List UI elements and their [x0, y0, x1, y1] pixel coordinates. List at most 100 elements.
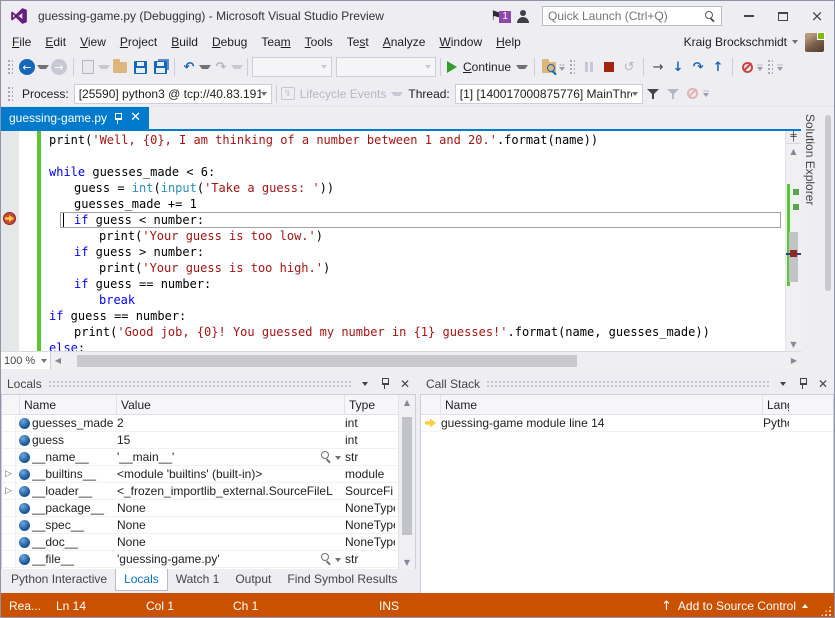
toolbar-drag-grip[interactable]	[7, 86, 13, 102]
new-project-button[interactable]	[78, 56, 98, 78]
show-threads-in-source-button[interactable]	[539, 56, 559, 78]
code-line[interactable]: print('Well, {0}, I am thinking of a num…	[1, 132, 785, 148]
expander-icon[interactable]: ▷	[2, 466, 16, 482]
locals-row[interactable]: __name__'__main__'str	[2, 449, 398, 466]
restart-button[interactable]: ↺	[619, 56, 639, 78]
value-inspect-button[interactable]	[318, 553, 341, 564]
scroll-left-icon[interactable]: ◀	[51, 356, 65, 365]
open-file-button[interactable]	[110, 56, 130, 78]
scroll-down-icon[interactable]: ▼	[399, 555, 415, 569]
toggle-breakpoints-button[interactable]	[737, 56, 757, 78]
locals-row[interactable]: __doc__NoneNoneType	[2, 534, 398, 551]
filter-threads-button[interactable]	[643, 83, 663, 105]
column-header-name[interactable]: Name	[20, 395, 117, 414]
expander-icon[interactable]: ▷	[2, 483, 16, 499]
undo-button[interactable]: ↶	[179, 56, 199, 78]
close-icon[interactable]: ✕	[816, 377, 830, 391]
hscrollbar-track[interactable]	[65, 352, 787, 369]
navigate-back-button[interactable]: ←	[17, 56, 37, 78]
code-line[interactable]: if guess > number:	[1, 244, 785, 260]
minimize-button[interactable]	[732, 2, 766, 30]
tab-close-icon[interactable]: ✕	[130, 113, 141, 123]
column-header-language[interactable]: Language	[763, 395, 789, 414]
toolbar-overflow-button[interactable]	[757, 64, 763, 71]
tab-find-symbol-results[interactable]: Find Symbol Results	[279, 569, 405, 590]
locals-scrollbar[interactable]: ▲ ▼	[398, 395, 415, 569]
locals-row[interactable]: __spec__NoneNoneType	[2, 517, 398, 534]
scroll-right-icon[interactable]: ▶	[787, 356, 801, 365]
step-out-button[interactable]: ↑	[708, 56, 728, 78]
locals-row[interactable]: ▷__builtins__<module 'builtins' (built-i…	[2, 466, 398, 483]
toolbar-overflow-button[interactable]	[777, 64, 783, 71]
menu-window[interactable]: Window	[432, 33, 489, 51]
scrollbar-track[interactable]	[786, 158, 801, 337]
user-dropdown-caret-icon[interactable]	[792, 40, 798, 44]
menu-team[interactable]: Team	[254, 33, 297, 51]
locals-row[interactable]: guess15int	[2, 432, 398, 449]
suspend-threads-button[interactable]	[683, 83, 703, 105]
break-all-button[interactable]	[579, 56, 599, 78]
tab-output[interactable]: Output	[227, 569, 279, 590]
flag-threads-filter-button[interactable]	[663, 83, 683, 105]
code-line[interactable]: guesses_made += 1	[1, 196, 785, 212]
code-pane[interactable]: print('Well, {0}, I am thinking of a num…	[1, 131, 785, 351]
navigate-back-dropdown[interactable]	[37, 65, 49, 69]
stop-debugging-button[interactable]	[599, 56, 619, 78]
locals-row[interactable]: guesses_made2int	[2, 415, 398, 432]
window-resize-grip[interactable]	[820, 605, 832, 617]
close-icon[interactable]: ✕	[398, 377, 412, 391]
scrollbar-thumb[interactable]	[789, 232, 798, 282]
process-combo[interactable]: [25590] python3 @ tcp://40.83.191	[74, 84, 272, 104]
hscrollbar-thumb[interactable]	[77, 355, 577, 367]
redo-dropdown[interactable]	[231, 65, 243, 69]
tab-locals[interactable]: Locals	[115, 569, 168, 591]
tab-guessing-game[interactable]: guessing-game.py ✕	[1, 107, 149, 129]
signed-in-user[interactable]: Kraig Brockschmidt	[684, 35, 787, 49]
menu-file[interactable]: File	[5, 33, 38, 51]
continue-dropdown[interactable]	[516, 65, 528, 69]
toolbar-drag-grip[interactable]	[7, 59, 13, 75]
callstack-row[interactable]: guessing-game module line 14Python	[421, 415, 833, 432]
locals-row[interactable]: __file__'guessing-game.py'str	[2, 551, 398, 568]
pin-icon[interactable]	[378, 378, 392, 389]
quick-launch-input[interactable]: Quick Launch (Ctrl+Q)	[542, 6, 722, 26]
toolbar-overflow-button[interactable]	[703, 90, 709, 97]
column-header-value[interactable]: Value	[117, 395, 345, 414]
menu-edit[interactable]: Edit	[38, 33, 73, 51]
pin-icon[interactable]	[796, 378, 810, 389]
thread-combo[interactable]: [1] [140017000875776] MainThread	[455, 84, 643, 104]
continue-button[interactable]: Continue	[445, 56, 530, 78]
close-button[interactable]: ×	[800, 2, 834, 30]
value-inspect-button[interactable]	[318, 451, 341, 462]
code-line[interactable]	[1, 148, 785, 164]
code-line-current[interactable]: if guess < number:	[1, 212, 785, 228]
menu-debug[interactable]: Debug	[205, 33, 254, 51]
toolbar-drag-grip[interactable]	[569, 59, 575, 75]
column-header-type[interactable]: Type	[345, 395, 395, 414]
platform-combo[interactable]	[336, 57, 436, 77]
code-line[interactable]: while guesses_made < 6:	[1, 164, 785, 180]
user-avatar[interactable]	[805, 33, 824, 52]
pin-icon[interactable]	[114, 113, 123, 124]
menu-help[interactable]: Help	[489, 33, 528, 51]
undo-dropdown[interactable]	[199, 65, 211, 69]
maximize-button[interactable]	[766, 2, 800, 30]
lifecycle-events-dropdown[interactable]	[391, 92, 403, 96]
code-line[interactable]: print('Good job, {0}! You guessed my num…	[1, 324, 785, 340]
solution-explorer-tab[interactable]: Solution Explorer	[803, 114, 817, 205]
code-line[interactable]: guess = int(input('Take a guess: '))	[1, 180, 785, 196]
menu-test[interactable]: Test	[340, 33, 376, 51]
redo-button[interactable]: ↷	[211, 56, 231, 78]
navigate-forward-button[interactable]: →	[49, 56, 69, 78]
editor-zoom-combo[interactable]: 100 %	[1, 352, 51, 370]
tab-watch-1[interactable]: Watch 1	[168, 569, 228, 590]
show-next-statement-button[interactable]: →	[648, 56, 668, 78]
step-into-button[interactable]: ↓	[668, 56, 688, 78]
locals-row[interactable]: ▷__loader__<_frozen_importlib_external.S…	[2, 483, 398, 500]
split-editor-handle[interactable]: ╪	[786, 131, 801, 144]
toolbar-drag-grip[interactable]	[767, 59, 773, 75]
window-position-dropdown-icon[interactable]	[776, 382, 790, 386]
menu-view[interactable]: View	[73, 33, 113, 51]
menu-analyze[interactable]: Analyze	[376, 33, 433, 51]
send-feedback-smiley-icon[interactable]	[516, 10, 530, 23]
